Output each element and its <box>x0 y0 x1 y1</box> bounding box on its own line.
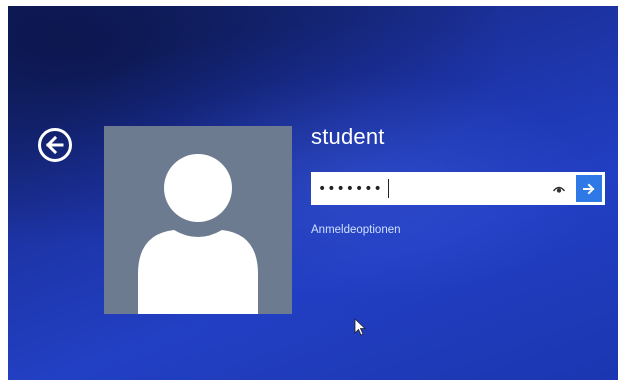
eye-icon <box>553 186 565 193</box>
user-avatar-icon <box>138 154 258 314</box>
password-input[interactable] <box>311 172 548 205</box>
mouse-pointer-icon <box>354 318 366 336</box>
arrow-right-icon <box>583 183 595 194</box>
user-avatar <box>104 126 292 314</box>
signin-options-link[interactable]: Anmeldeoptionen <box>311 224 401 236</box>
submit-button[interactable] <box>576 175 602 202</box>
back-arrow-icon <box>45 135 64 155</box>
text-caret <box>388 179 389 198</box>
reveal-password-button[interactable] <box>548 172 570 205</box>
password-field[interactable] <box>311 172 605 205</box>
back-button[interactable] <box>38 128 72 162</box>
username-label: student <box>311 124 385 149</box>
lock-screen: student Anmeldeoptionen <box>8 6 618 380</box>
